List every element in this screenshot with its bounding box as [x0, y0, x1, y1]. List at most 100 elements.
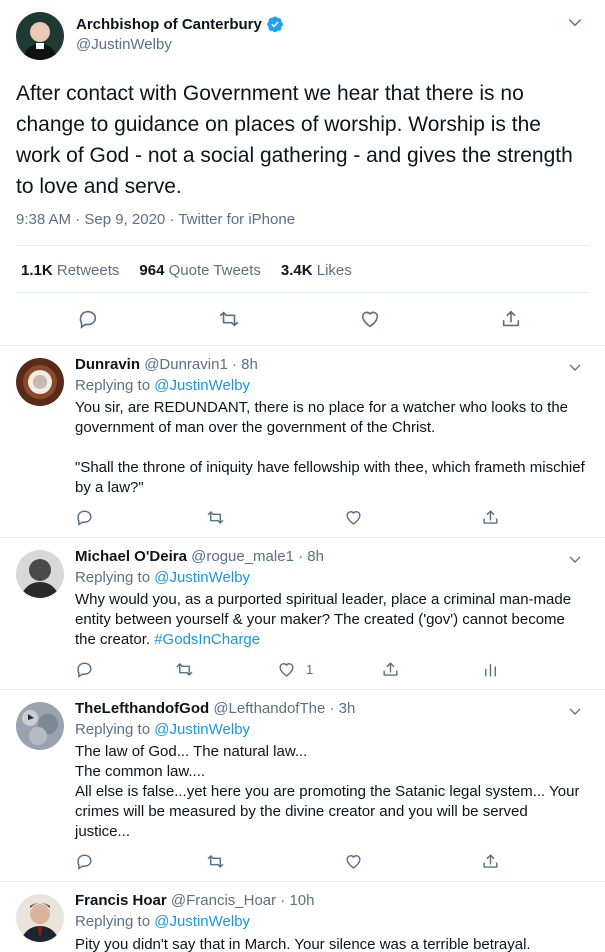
divider: [16, 292, 589, 293]
replying-to-link[interactable]: @JustinWelby: [154, 913, 250, 930]
heart-icon: [279, 663, 294, 677]
reply-paragraph: The common law....: [75, 763, 206, 780]
chevron-down-icon[interactable]: [566, 14, 584, 32]
hashtag-link[interactable]: #GodsInCharge: [154, 631, 260, 648]
avatar[interactable]: [16, 894, 64, 942]
retweets-label: Retweets: [56, 262, 120, 279]
reply-button[interactable]: [75, 852, 94, 871]
reply-paragraph: Why would you, as a purported spiritual …: [75, 591, 572, 648]
avatar[interactable]: [16, 702, 64, 750]
avatar[interactable]: [16, 12, 64, 60]
share-button[interactable]: [500, 308, 522, 330]
reply-text: Why would you, as a purported spiritual …: [75, 590, 585, 650]
share-button[interactable]: [381, 660, 400, 679]
quotes-count: 964: [139, 262, 165, 279]
replying-to-link[interactable]: @JustinWelby: [154, 569, 250, 586]
reply-author-name[interactable]: Dunravin: [75, 356, 140, 373]
reply-tweet[interactable]: Dunravin @Dunravin1 · 8h Replying to @Ju…: [0, 346, 605, 538]
share-icon: [483, 510, 498, 524]
like-button[interactable]: [344, 852, 363, 871]
reply-icon: [79, 310, 97, 329]
reply-icon: [77, 662, 92, 679]
reply-paragraph: "Shall the throne of iniquity have fello…: [75, 459, 585, 496]
author-name[interactable]: Archbishop of Canterbury: [76, 15, 284, 33]
retweet-button[interactable]: [206, 852, 225, 871]
chevron-down-icon[interactable]: [567, 552, 583, 568]
replying-prefix: Replying to: [75, 377, 151, 394]
like-button[interactable]: [359, 308, 381, 330]
analytics-button[interactable]: [481, 660, 500, 679]
reply-tweet[interactable]: Michael O'Deira @rogue_male1 · 8h Replyi…: [0, 538, 605, 690]
tweet-meta[interactable]: 9:38 AM · Sep 9, 2020 · Twitter for iPho…: [16, 211, 295, 228]
replying-prefix: Replying to: [75, 569, 151, 586]
avatar[interactable]: [16, 550, 64, 598]
author-name-text[interactable]: Archbishop of Canterbury: [76, 16, 262, 33]
replying-prefix: Replying to: [75, 721, 151, 738]
avatar[interactable]: [16, 358, 64, 406]
reply-text: You sir, are REDUNDANT, there is no plac…: [75, 398, 585, 498]
share-button[interactable]: [481, 852, 500, 871]
likes-label: Likes: [316, 262, 352, 279]
reply-tweet[interactable]: TheLefthandofGod @LefthandofThe · 3h Rep…: [0, 690, 605, 882]
reply-paragraph: All else is false...yet here you are pro…: [75, 783, 580, 840]
retweet-icon: [207, 511, 224, 524]
share-icon: [483, 854, 498, 868]
retweet-button[interactable]: [206, 508, 225, 527]
reply-handle-time[interactable]: @Dunravin1 · 8h: [144, 356, 258, 373]
heart-icon: [346, 511, 361, 525]
heart-icon: [346, 855, 361, 869]
verified-badge-icon: [266, 16, 283, 33]
retweet-icon: [176, 663, 193, 676]
share-button[interactable]: [481, 508, 500, 527]
reply-author-name[interactable]: Michael O'Deira: [75, 548, 187, 565]
like-button[interactable]: [344, 508, 363, 527]
reply-tweet[interactable]: Francis Hoar @Francis_Hoar · 10h Replyin…: [0, 882, 605, 952]
reply-author-name[interactable]: TheLefthandofGod: [75, 700, 209, 717]
reply-paragraph: You sir, are REDUNDANT, there is no plac…: [75, 399, 569, 436]
quotes-stat[interactable]: 964 Quote Tweets: [139, 262, 260, 279]
likes-stat[interactable]: 3.4K Likes: [281, 262, 352, 279]
chevron-down-icon[interactable]: [567, 704, 583, 720]
likes-count: 3.4K: [280, 262, 313, 279]
chevron-down-icon[interactable]: [567, 360, 583, 376]
reply-paragraph: The law of God... The natural law...: [75, 743, 308, 760]
share-icon: [383, 662, 398, 676]
reply-handle-time[interactable]: @LefthandofThe · 3h: [213, 700, 355, 717]
reply-actions: [0, 508, 605, 530]
divider: [16, 245, 589, 246]
reply-header: Francis Hoar @Francis_Hoar · 10h: [75, 892, 315, 909]
reply-text: The law of God... The natural law... The…: [75, 742, 585, 842]
reply-button[interactable]: [75, 660, 94, 679]
replying-to: Replying to @JustinWelby: [75, 377, 250, 394]
retweets-stat[interactable]: 1.1K Retweets: [21, 262, 119, 279]
quotes-label: Quote Tweets: [168, 262, 261, 279]
reply-button[interactable]: [75, 508, 94, 527]
reply-icon: [77, 510, 92, 527]
replying-to: Replying to @JustinWelby: [75, 913, 250, 930]
reply-header: Dunravin @Dunravin1 · 8h: [75, 356, 258, 373]
reply-handle-time[interactable]: @rogue_male1 · 8h: [191, 548, 324, 565]
reply-actions: [0, 852, 605, 874]
reply-actions: 1: [0, 660, 605, 682]
main-tweet: Archbishop of Canterbury @JustinWelby Af…: [0, 0, 605, 346]
analytics-icon: [485, 664, 496, 677]
reply-header: TheLefthandofGod @LefthandofThe · 3h: [75, 700, 355, 717]
retweet-icon: [207, 855, 224, 868]
reply-paragraph: Pity you didn't say that in March. Your …: [75, 936, 531, 952]
replying-to: Replying to @JustinWelby: [75, 569, 250, 586]
replying-prefix: Replying to: [75, 913, 151, 930]
retweet-button[interactable]: [218, 308, 240, 330]
retweet-button[interactable]: [175, 660, 194, 679]
like-button[interactable]: 1: [277, 660, 313, 679]
replying-to-link[interactable]: @JustinWelby: [154, 377, 250, 394]
reply-text: Pity you didn't say that in March. Your …: [75, 935, 585, 952]
reply-button[interactable]: [77, 308, 99, 330]
reply-icon: [77, 854, 92, 871]
share-icon: [502, 310, 520, 327]
reply-handle-time[interactable]: @Francis_Hoar · 10h: [171, 892, 315, 909]
like-count: 1: [306, 662, 314, 677]
author-handle[interactable]: @JustinWelby: [76, 36, 172, 53]
reply-author-name[interactable]: Francis Hoar: [75, 892, 167, 909]
reply-header: Michael O'Deira @rogue_male1 · 8h: [75, 548, 324, 565]
replying-to-link[interactable]: @JustinWelby: [154, 721, 250, 738]
